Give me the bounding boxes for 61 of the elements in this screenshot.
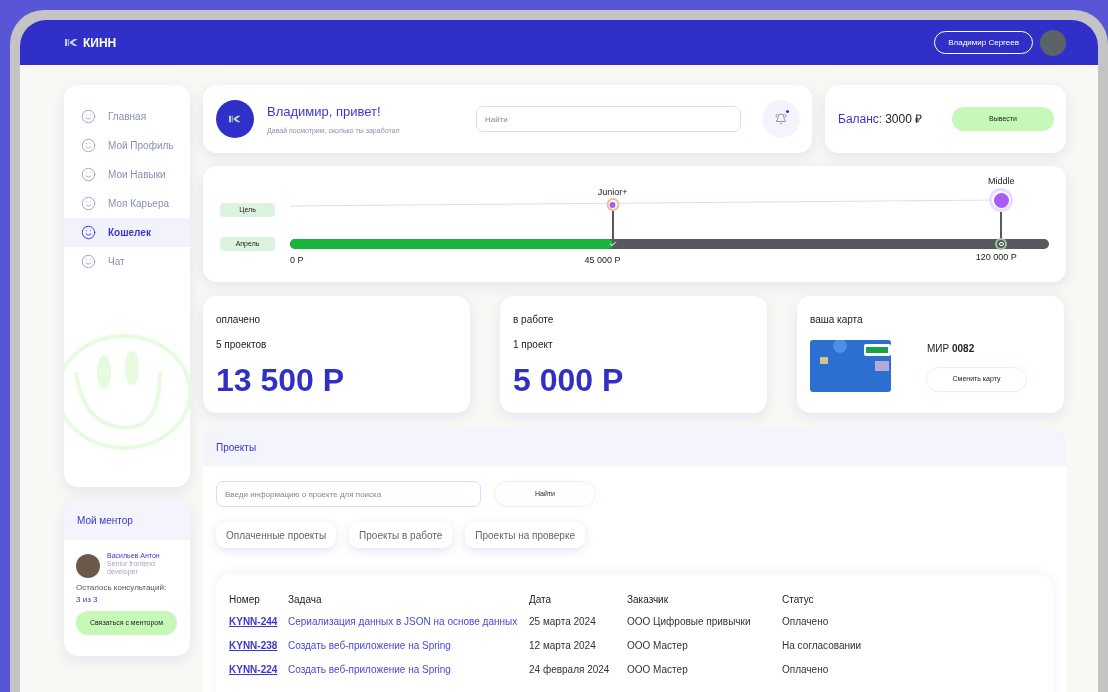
column-header: Задача bbox=[288, 592, 323, 607]
summary-title: оплачено bbox=[216, 313, 261, 327]
project-id-link[interactable]: KYNN-238 bbox=[229, 637, 288, 653]
card-title: ваша карта bbox=[810, 313, 864, 327]
milestone-title: Junior+ bbox=[597, 186, 628, 199]
table-cell-text: 12 марта 2024 bbox=[529, 638, 597, 653]
consultations-count: 3 из 3 bbox=[76, 595, 98, 604]
smile-chat-icon bbox=[81, 254, 96, 269]
table-cell-text: ООО Цифровые привычки bbox=[627, 614, 752, 629]
smile-chat-icon bbox=[81, 138, 96, 153]
user-avatar[interactable] bbox=[1040, 29, 1066, 56]
table-cell-text: 24 февраля 2024 bbox=[529, 662, 611, 677]
table-cell-text: 25 марта 2024 bbox=[529, 614, 597, 629]
filter-chip[interactable]: Проекты в работе bbox=[349, 522, 453, 548]
amount-label: 0 Р bbox=[290, 254, 304, 267]
smile-chat-icon bbox=[81, 196, 96, 211]
greeting-title: Владимир, привет! bbox=[267, 103, 382, 121]
table-cell-text: ООО Мастер bbox=[627, 662, 689, 677]
balance-label: Баланс: bbox=[838, 111, 883, 128]
smile-chat-icon bbox=[81, 225, 96, 240]
task-link[interactable]: Сериализация данных в JSON на основе данных bbox=[288, 613, 529, 629]
notifications-button[interactable] bbox=[762, 100, 800, 138]
table-cell-text: ООО Мастер bbox=[627, 638, 689, 653]
bell-icon bbox=[775, 113, 787, 125]
table-cell-text: Оплачено bbox=[782, 662, 830, 677]
smile-chat-icon bbox=[81, 167, 96, 182]
card-name: МИР 0082 bbox=[926, 341, 976, 356]
amount-label: 120 000 Р bbox=[975, 251, 1017, 264]
search-field[interactable]: Найти bbox=[476, 106, 741, 132]
filter-chip[interactable]: Оплаченные проекты bbox=[216, 522, 337, 548]
project-count: 1 проект bbox=[513, 338, 554, 352]
task-link[interactable]: Создать веб-приложение на Spring bbox=[288, 661, 529, 677]
sidebar-item[interactable]: Кошелек bbox=[64, 218, 190, 247]
balance-amount: 3000 ₽ bbox=[885, 111, 923, 128]
summary-title: в работе bbox=[513, 313, 555, 327]
task-link[interactable]: Создать веб-приложение на Spring bbox=[288, 637, 529, 653]
table-cell-text: На согласовании bbox=[782, 638, 863, 653]
mentor-title: Мой ментор bbox=[77, 513, 133, 528]
milestone-title: Middle bbox=[987, 175, 1015, 188]
project-search-field[interactable]: Введи информацию о проекте для поиска bbox=[216, 481, 481, 507]
check-icon bbox=[608, 240, 617, 248]
table-cell-text: Оплачено bbox=[782, 614, 830, 629]
amount-label: 45 000 Р bbox=[584, 254, 621, 267]
milestone-stem bbox=[1000, 212, 1003, 239]
mentor-avatar bbox=[76, 554, 100, 578]
project-id-link[interactable]: KYNN-244 bbox=[229, 613, 288, 629]
brand-name: КИНН bbox=[83, 34, 117, 52]
column-header: Статус bbox=[782, 592, 815, 607]
column-header: Заказчик bbox=[627, 592, 670, 607]
consultations-label: Осталось консультаций: bbox=[76, 583, 168, 592]
filter-chip[interactable]: Проекты на проверке bbox=[465, 522, 585, 548]
project-id-link[interactable]: KYNN-224 bbox=[229, 661, 288, 677]
logo-icon bbox=[228, 115, 242, 123]
projects-title: Проекты bbox=[216, 440, 257, 455]
column-header: Дата bbox=[529, 592, 553, 607]
summary-amount: 13 500 Р bbox=[216, 364, 346, 396]
column-header: Номер bbox=[229, 592, 261, 607]
smile-chat-icon bbox=[81, 109, 96, 124]
logo-icon bbox=[65, 38, 79, 47]
summary-amount: 5 000 Р bbox=[513, 364, 625, 396]
project-count: 5 проектов bbox=[216, 338, 268, 352]
